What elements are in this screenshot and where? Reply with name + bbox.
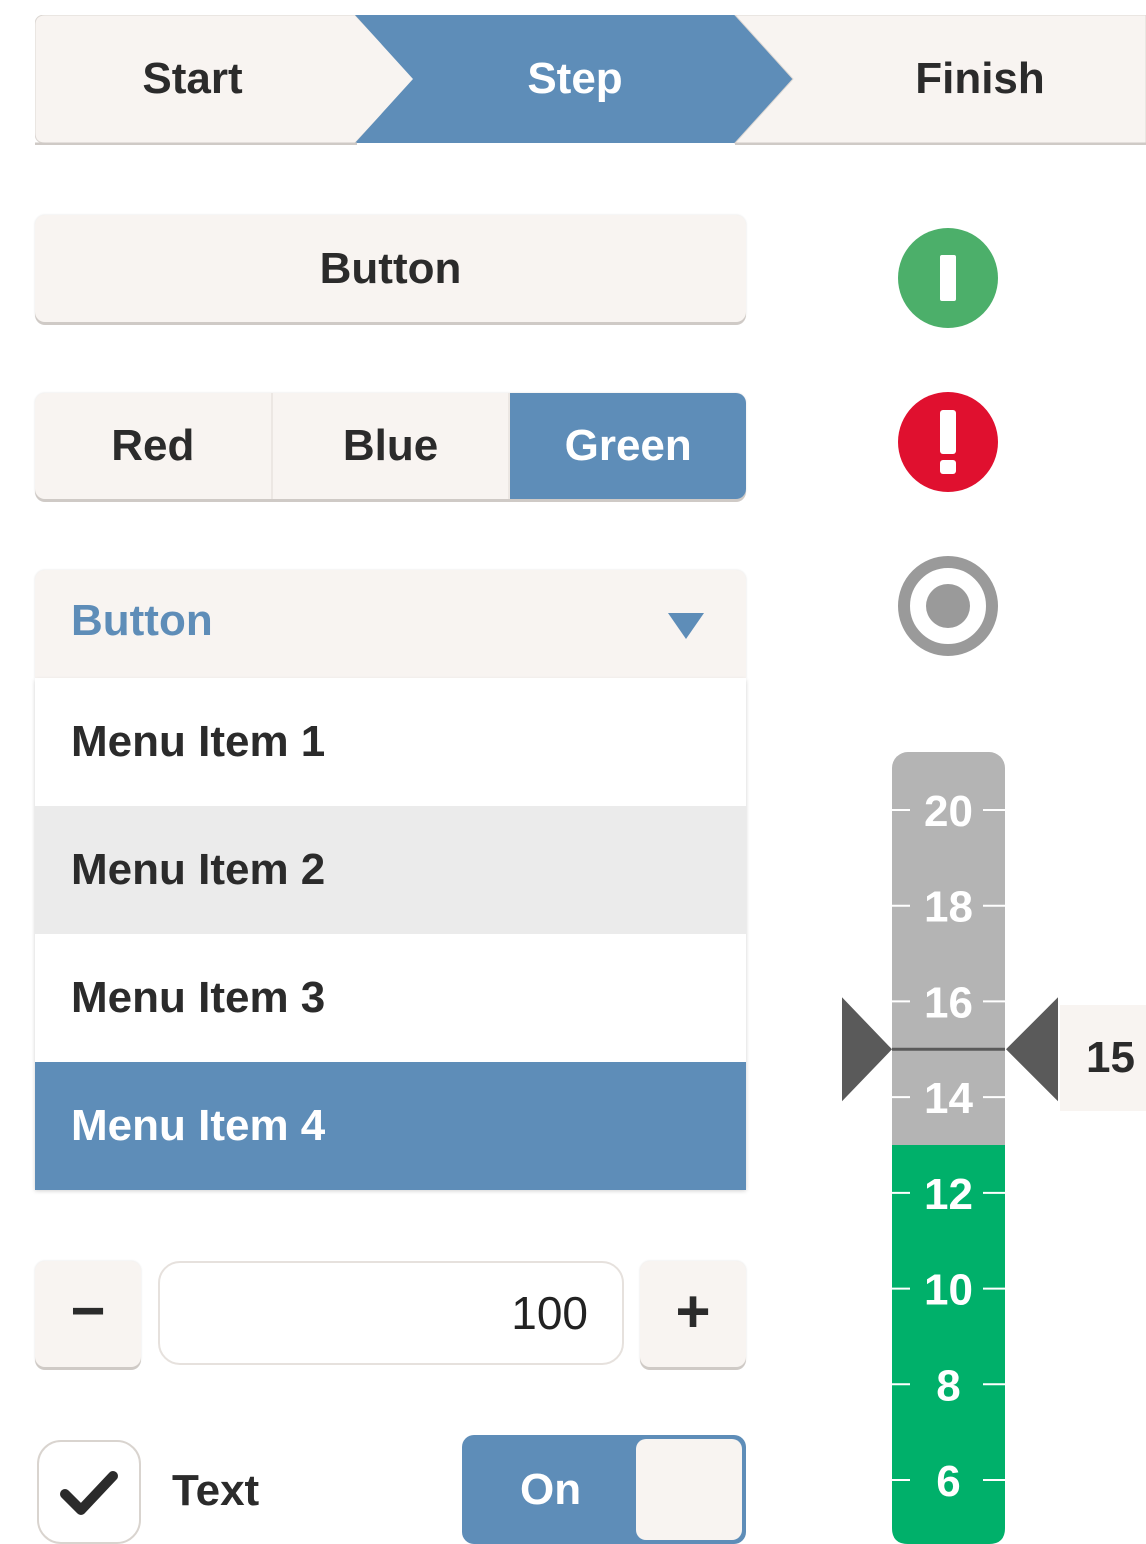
menu-item-1[interactable]: Menu Item 1 — [35, 678, 746, 806]
step-finish[interactable]: Finish — [805, 51, 1146, 107]
step-indicator: Start Step Finish — [35, 15, 1146, 145]
segment-blue[interactable]: Blue — [273, 393, 511, 499]
color-segmented-control: Red Blue Green — [35, 393, 746, 499]
gauge-tick-label: 8 — [936, 1361, 960, 1410]
pointer-left-icon[interactable] — [842, 997, 892, 1102]
menu-item-2[interactable]: Menu Item 2 — [35, 806, 746, 934]
checkbox[interactable] — [37, 1440, 141, 1544]
pointer-right-icon[interactable] — [1006, 997, 1058, 1102]
dropdown-button[interactable]: Button — [35, 570, 746, 678]
radio-icon — [898, 556, 998, 656]
gauge-tick-label: 12 — [924, 1170, 973, 1219]
decrement-button[interactable]: − — [35, 1261, 141, 1367]
gauge-tick-label: 20 — [924, 787, 973, 836]
checkmark-icon — [60, 1471, 118, 1515]
primary-button[interactable]: Button — [35, 215, 746, 322]
menu-item-3[interactable]: Menu Item 3 — [35, 934, 746, 1062]
segment-green[interactable]: Green — [510, 393, 746, 499]
toggle-switch[interactable]: On — [462, 1435, 746, 1544]
gauge-track — [892, 752, 1005, 1544]
gauge-tick-label: 18 — [924, 883, 973, 932]
toggle-label: On — [520, 1465, 582, 1514]
checkbox-label: Text — [172, 1466, 260, 1515]
dropdown-label: Button — [71, 596, 213, 645]
dropdown-menu: Menu Item 1 Menu Item 2 Menu Item 3 Menu… — [35, 678, 746, 1190]
gauge-tick-label: 16 — [924, 978, 973, 1027]
gauge-value: 15 — [1060, 1005, 1146, 1111]
vertical-gauge: 20 18 16 14 12 10 8 6 — [842, 752, 1058, 1544]
step-current[interactable]: Step — [420, 51, 730, 107]
number-input[interactable]: 100 — [158, 1261, 624, 1365]
gauge-tick-label: 14 — [924, 1074, 973, 1123]
gauge-tick-label: 10 — [924, 1266, 973, 1315]
alert-icon — [898, 392, 998, 492]
segment-red[interactable]: Red — [35, 393, 273, 499]
step-start[interactable]: Start — [55, 51, 330, 107]
caret-down-icon — [668, 613, 704, 639]
info-icon — [898, 228, 998, 328]
toggle-knob[interactable] — [636, 1439, 742, 1540]
gauge-tick-label: 6 — [936, 1457, 960, 1506]
menu-item-4[interactable]: Menu Item 4 — [35, 1062, 746, 1190]
increment-button[interactable]: + — [640, 1261, 746, 1367]
